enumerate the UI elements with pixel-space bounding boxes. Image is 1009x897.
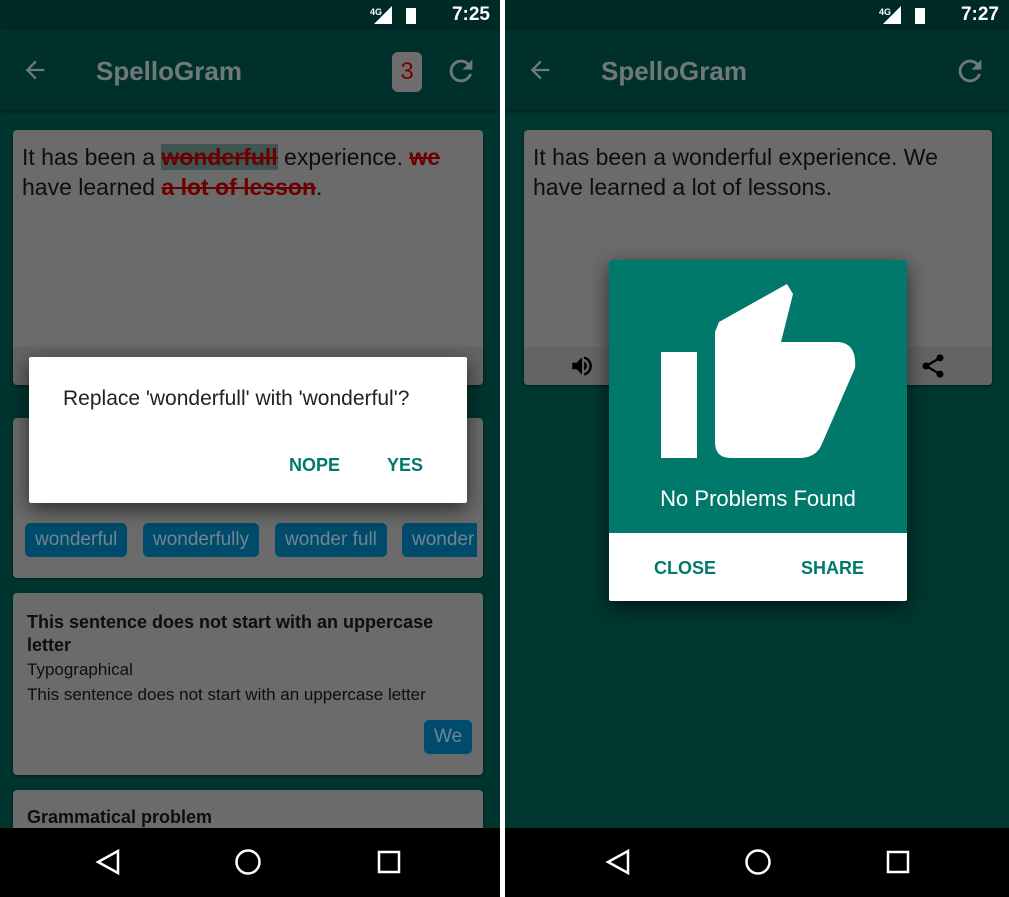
error-word[interactable]: wonderfull — [161, 144, 278, 170]
yes-button[interactable]: YES — [387, 455, 423, 476]
app-title: SpelloGram — [96, 56, 242, 86]
refresh-icon[interactable] — [444, 54, 478, 88]
text-segment: . — [316, 174, 323, 200]
issue-category: Typographical — [27, 660, 133, 679]
dialog-header: No Problems Found — [609, 260, 907, 533]
suggestion-chip[interactable]: wonderful — [25, 523, 128, 557]
navigation-bar — [0, 828, 500, 897]
app-title: SpelloGram — [601, 56, 747, 86]
recents-nav-icon[interactable] — [885, 848, 911, 876]
svg-text:4G: 4G — [370, 7, 382, 17]
status-bar: 4G 7:27 — [505, 0, 1009, 30]
share-icon[interactable] — [919, 352, 947, 380]
issue-description: This sentence does not start with an upp… — [27, 685, 426, 704]
suggestion-chip[interactable]: wonder — [402, 523, 477, 557]
screen-right: 4G 7:27 SpelloGram It has been a wonderf… — [505, 0, 1009, 897]
input-text[interactable]: It has been a wonderfull experience. we … — [13, 130, 483, 214]
back-nav-icon[interactable] — [605, 848, 631, 876]
refresh-icon[interactable] — [953, 54, 987, 88]
error-phrase[interactable]: a lot of lesson — [161, 174, 316, 200]
home-nav-icon[interactable] — [234, 848, 262, 876]
suggestion-chip[interactable]: We — [424, 720, 473, 754]
replace-dialog: Replace 'wonderfull' with 'wonderful'? N… — [29, 357, 467, 503]
app-bar: SpelloGram 3 — [0, 30, 500, 110]
dialog-message: Replace 'wonderfull' with 'wonderful'? — [63, 387, 410, 410]
recents-nav-icon[interactable] — [376, 848, 402, 876]
status-bar: 4G 7:25 — [0, 0, 500, 30]
result-dialog: No Problems Found CLOSE SHARE — [609, 260, 907, 601]
nope-button[interactable]: NOPE — [289, 455, 340, 476]
input-text[interactable]: It has been a wonderful experience. We h… — [524, 130, 992, 214]
error-count-badge[interactable]: 3 — [392, 52, 422, 92]
speaker-icon[interactable] — [568, 353, 596, 379]
clock: 7:25 — [451, 4, 490, 25]
back-nav-icon[interactable] — [95, 848, 121, 876]
screen-left: 4G 7:25 SpelloGram 3 It has been a wonde… — [0, 0, 500, 897]
share-button[interactable]: SHARE — [801, 558, 864, 579]
thumbs-up-icon — [661, 284, 856, 458]
text-segment: experience. — [277, 144, 410, 170]
suggestion-chip[interactable]: wonder full — [275, 523, 387, 557]
issue-title: Grammatical problem — [27, 807, 213, 827]
clock: 7:27 — [960, 4, 999, 25]
issue-title: This sentence does not start with an upp… — [27, 612, 434, 655]
navigation-bar — [505, 828, 1009, 897]
suggestion-chip[interactable]: wonderfully — [143, 523, 260, 557]
back-arrow-icon[interactable] — [20, 56, 50, 84]
text-segment: have learned — [22, 174, 162, 200]
back-arrow-icon[interactable] — [525, 56, 555, 84]
text-segment: It has been a — [22, 144, 162, 170]
text-editor-card[interactable]: It has been a wonderfull experience. we … — [13, 130, 483, 385]
issue-card-uppercase: This sentence does not start with an upp… — [13, 593, 483, 775]
signal-battery-icon: 4G — [879, 6, 925, 24]
error-word[interactable]: we — [409, 144, 440, 170]
app-bar: SpelloGram — [505, 30, 1009, 110]
close-button[interactable]: CLOSE — [654, 558, 716, 579]
signal-battery-icon: 4G — [370, 6, 416, 24]
home-nav-icon[interactable] — [744, 848, 772, 876]
svg-text:4G: 4G — [879, 7, 891, 17]
dialog-message: No Problems Found — [660, 486, 856, 511]
